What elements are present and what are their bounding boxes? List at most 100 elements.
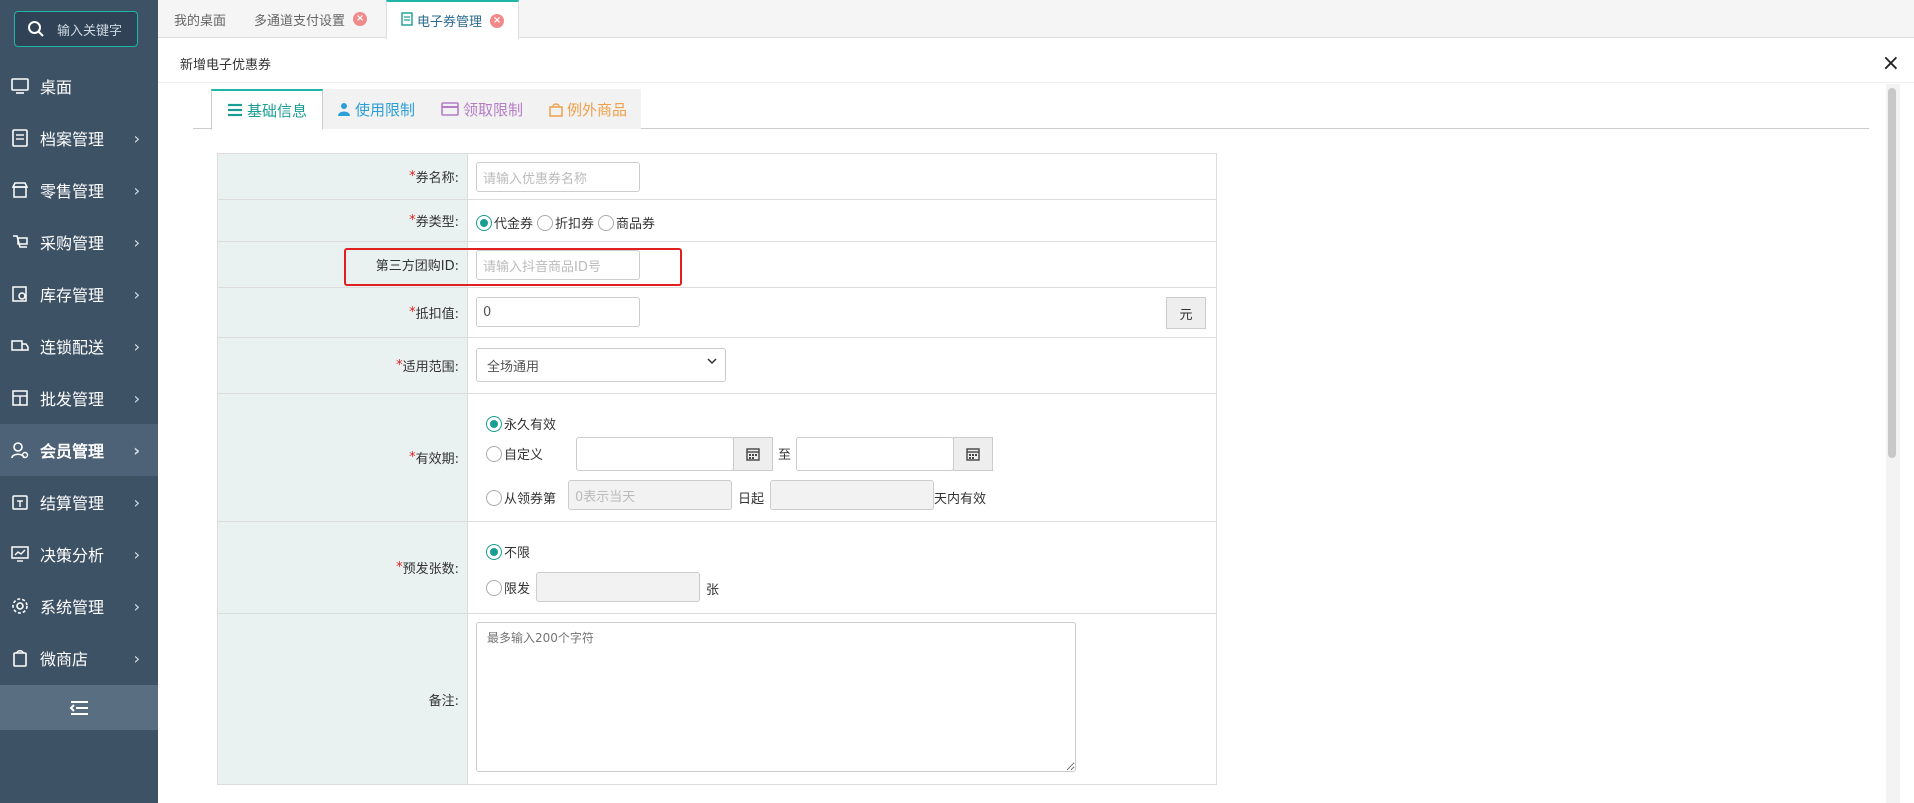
chevron-right-icon: › [133,389,140,408]
sidebar-item-system[interactable]: 系统管理 › [0,580,158,632]
deduction-value-input[interactable]: 0 [476,297,640,327]
radio-circle [486,415,502,432]
radio-forever[interactable]: 永久有效 [486,414,556,433]
search-icon [28,21,44,37]
subtab-basic-info[interactable]: 基础信息 [211,89,323,130]
document-icon [401,11,413,30]
label-text: 备注: [428,693,459,709]
sidebar-item-purchase[interactable]: 采购管理 › [0,216,158,268]
sidebar-item-label: 库存管理 [40,286,105,305]
sidebar-item-label: 档案管理 [40,130,105,149]
label-text: 抵扣值: [415,307,459,322]
tab-ecoupon[interactable]: 电子券管理 × [386,0,520,39]
calendar-icon [746,448,760,461]
sidebar-item-inventory[interactable]: 库存管理 › [0,268,158,320]
days-valid-label: 天内有效 [934,492,987,507]
end-date-input[interactable] [796,437,954,471]
label-text: 券类型: [415,215,459,230]
sidebar: 输入关键字 桌面 档案管理 › 零售管理 › 采购管理 › 库存管理 › 连锁配… [0,0,158,803]
unit-zhang: 张 [706,583,720,598]
chevron-right-icon: › [133,181,140,200]
sidebar-item-settlement[interactable]: 结算管理 › [0,476,158,528]
radio-circle [486,579,502,596]
radio-label: 商品券 [616,217,656,232]
tab-label: 我的桌面 [174,13,227,29]
radio-from-claim[interactable]: 从领券第 [486,488,556,507]
field-value [468,614,1216,784]
sidebar-search[interactable]: 输入关键字 [14,11,138,47]
start-date-input[interactable] [576,437,734,471]
from-day-input[interactable]: 0表示当天 [568,480,732,510]
radio-label: 不限 [504,546,531,561]
radio-label: 从领券第 [504,492,557,507]
archive-icon [8,126,32,150]
sidebar-item-label: 系统管理 [40,598,105,617]
chevron-right-icon: › [133,493,140,512]
calendar-end-button[interactable] [953,437,993,471]
subtab-usage-limits[interactable]: 使用限制 [323,89,429,129]
field-value: 请输入优惠券名称 [468,154,1216,199]
coupon-name-input[interactable]: 请输入优惠券名称 [476,162,640,192]
scope-select[interactable]: 全场通用 [476,348,726,382]
chevron-right-icon: › [133,285,140,304]
field-label: * 有效期: [218,394,468,521]
chevron-right-icon: › [133,337,140,356]
radio-unlimited[interactable]: 不限 [486,542,530,561]
form-row-validity: * 有效期: 永久有效 自定义 至 从领券第 0表示当天 日起 天内有效 [218,394,1216,522]
radio-circle [598,214,615,231]
subtab-excluded-products[interactable]: 例外商品 [535,89,641,129]
bag-icon [549,102,563,117]
subtab-label: 基础信息 [246,101,307,120]
chevron-right-icon: › [133,597,140,616]
field-value: 0 元 [468,288,1216,337]
dialog-title: 新增电子优惠券 [180,58,272,73]
sidebar-item-desktop[interactable]: 桌面 [0,60,158,112]
card-icon [441,102,459,116]
field-label: * 券类型: [218,200,468,241]
tab-payment-settings[interactable]: 多通道支付设置 × [254,0,368,38]
sidebar-item-wholesale[interactable]: 批发管理 › [0,372,158,424]
chart-icon [8,542,32,566]
scrollbar-thumb[interactable] [1888,88,1896,458]
field-value: 不限 限发 张 [468,522,1216,613]
sidebar-collapse-button[interactable] [0,685,158,730]
sidebar-item-chain[interactable]: 连锁配送 › [0,320,158,372]
field-label: * 预发张数: [218,522,468,613]
radio-limited[interactable]: 限发 [486,578,530,597]
calendar-icon [966,448,980,461]
radio-custom[interactable]: 自定义 [486,444,543,463]
sidebar-item-member[interactable]: 会员管理 › [0,424,158,476]
scrollbar[interactable] [1886,84,1900,803]
close-icon[interactable]: × [1882,51,1900,76]
field-label: * 适用范围: [218,338,468,393]
radio-circle [486,445,502,462]
sidebar-item-label: 结算管理 [40,494,105,513]
sidebar-item-label: 桌面 [40,78,73,97]
inventory-icon [8,282,32,306]
field-label: * 抵扣值: [218,288,468,337]
chevron-right-icon: › [133,545,140,564]
form-row-name: * 券名称: 请输入优惠券名称 [218,154,1216,200]
radio-label: 永久有效 [504,418,557,433]
close-tab-icon[interactable]: × [353,12,368,26]
radio-discount[interactable]: 折扣券 [537,213,594,232]
subtab-claim-limits[interactable]: 领取限制 [429,89,535,129]
sidebar-item-retail[interactable]: 零售管理 › [0,164,158,216]
remark-textarea[interactable] [476,622,1076,772]
radio-circle [486,489,502,506]
calendar-start-button[interactable] [733,437,773,471]
sidebar-item-archive[interactable]: 档案管理 › [0,112,158,164]
scope-selected: 全场通用 [487,359,540,375]
close-tab-icon[interactable]: × [490,13,505,28]
limit-count-input[interactable] [536,572,700,602]
valid-days-input[interactable] [770,480,934,510]
sidebar-item-microshop[interactable]: 微商店 › [0,632,158,684]
tab-my-desktop[interactable]: 我的桌面 [174,0,226,38]
radio-voucher[interactable]: 代金券 [476,213,533,232]
radio-product[interactable]: 商品券 [598,213,655,232]
chevron-down-icon [707,355,717,370]
field-label: 备注: [218,614,468,784]
sidebar-item-label: 批发管理 [40,390,105,409]
sidebar-item-label: 决策分析 [40,546,105,565]
sidebar-item-analysis[interactable]: 决策分析 › [0,528,158,580]
